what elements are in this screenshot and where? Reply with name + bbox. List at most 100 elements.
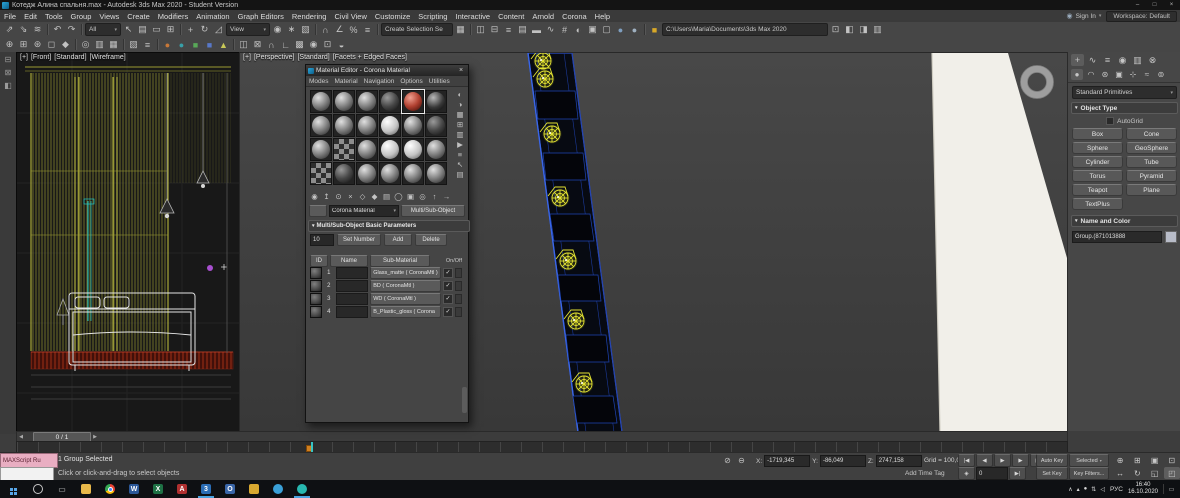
menu-help[interactable]: Help xyxy=(591,10,614,22)
viewport-standard-menu[interactable]: [Standard] xyxy=(54,54,86,61)
sub-material-button[interactable]: BD ( CoronaMtl ) xyxy=(370,279,441,292)
add-time-tag-button[interactable]: Add Time Tag xyxy=(905,470,945,477)
viewport-layout-flyout-icon[interactable]: ◧ xyxy=(4,81,12,90)
go-to-parent-icon[interactable]: ↑ xyxy=(429,191,440,202)
menu-customize[interactable]: Customize xyxy=(371,10,414,22)
sample-type-icon[interactable]: ◐ xyxy=(458,90,463,99)
tab-motion[interactable]: ◉ xyxy=(1116,54,1129,66)
clock[interactable]: 16:40 16.10.2020 xyxy=(1128,482,1158,496)
material-sample-slot[interactable] xyxy=(379,138,401,161)
make-unique-icon[interactable]: ◆ xyxy=(369,191,380,202)
spinner-snap-icon[interactable]: ≡ xyxy=(361,23,374,36)
primitive-category-dropdown[interactable]: Standard Primitives ▾ xyxy=(1072,86,1177,99)
me-menu-utilities[interactable]: Utilities xyxy=(426,78,453,85)
menu-scripting[interactable]: Scripting xyxy=(414,10,451,22)
menu-edit[interactable]: Edit xyxy=(20,10,41,22)
material-sample-slot[interactable] xyxy=(401,89,425,114)
array-icon[interactable]: ⊞ xyxy=(17,38,30,51)
viewport-shading-menu[interactable]: [Facets + Edged Faces] xyxy=(333,54,407,61)
zoom-icon[interactable]: ⊕ xyxy=(1112,454,1128,466)
previous-frame-arrow-icon[interactable]: ◀ xyxy=(17,433,25,441)
render-iterative-icon[interactable]: ● xyxy=(628,23,641,36)
background-icon[interactable]: ▦ xyxy=(456,110,463,119)
start-button[interactable] xyxy=(0,480,26,498)
percent-snap-icon[interactable]: % xyxy=(347,23,360,36)
tray-volume-icon[interactable]: ◁ xyxy=(1100,486,1105,493)
render-setup-icon[interactable]: ▣ xyxy=(586,23,599,36)
material-sample-slot[interactable] xyxy=(333,114,355,137)
go-to-end-button-2[interactable]: ▶| xyxy=(1009,467,1026,480)
tray-network-icon[interactable]: ⇅ xyxy=(1091,486,1096,493)
mirror-icon[interactable]: ◫ xyxy=(474,23,487,36)
object-button-textplus[interactable]: TextPlus xyxy=(1072,198,1123,210)
auto-key-button[interactable]: Auto Key xyxy=(1036,454,1068,467)
taskbar-file-explorer[interactable] xyxy=(74,480,98,498)
sub-material-on-off-checkbox[interactable]: ✓ xyxy=(443,293,453,304)
make-material-copy-icon[interactable]: ◇ xyxy=(357,191,368,202)
tab-display[interactable]: ▥ xyxy=(1131,54,1144,66)
material-editor-icon[interactable]: ◐ xyxy=(572,23,585,36)
show-end-result-icon[interactable]: ◎ xyxy=(417,191,428,202)
viewport-layout-tab-2-icon[interactable]: ⊠ xyxy=(5,68,12,77)
close-button[interactable]: × xyxy=(1163,0,1180,10)
category-geometry[interactable]: ● xyxy=(1071,69,1083,80)
sub-material-name-field[interactable] xyxy=(335,279,369,292)
material-sample-slot[interactable] xyxy=(379,162,401,185)
render-production-icon[interactable]: ● xyxy=(614,23,627,36)
unlink-selection-icon[interactable]: ⇘ xyxy=(17,23,30,36)
menu-interactive[interactable]: Interactive xyxy=(451,10,494,22)
rollout-name-and-color[interactable]: ▾ Name and Color xyxy=(1071,215,1178,227)
cube-tool-green-icon[interactable]: ■ xyxy=(189,38,202,51)
use-pivot-point-icon[interactable]: ◉ xyxy=(271,23,284,36)
tray-app-icon[interactable]: ▴ xyxy=(1077,486,1080,493)
show-map-in-viewport-icon[interactable]: ▣ xyxy=(405,191,416,202)
edit-named-selections-icon[interactable]: ▦ xyxy=(454,23,467,36)
video-color-check-icon[interactable]: ▥ xyxy=(456,130,463,139)
tab-modify[interactable]: ∿ xyxy=(1086,54,1099,66)
object-button-sphere[interactable]: Sphere xyxy=(1072,142,1123,154)
tray-chevron-icon[interactable]: ∧ xyxy=(1068,486,1072,493)
menu-corona[interactable]: Corona xyxy=(558,10,591,22)
tab-create[interactable]: + xyxy=(1071,54,1084,66)
delete-button[interactable]: Delete xyxy=(415,234,447,246)
sub-material-extra-toggle[interactable] xyxy=(455,293,462,304)
key-filters-button[interactable]: Key Filters... xyxy=(1069,467,1109,480)
previous-frame-button[interactable]: ◀ xyxy=(976,454,993,467)
sample-uv-tiling-icon[interactable]: ⊞ xyxy=(457,120,463,129)
select-by-material-icon[interactable]: ↖ xyxy=(457,160,463,169)
taskbar-paint[interactable] xyxy=(290,480,314,498)
select-and-rotate-icon[interactable]: ↻ xyxy=(198,23,211,36)
viewport-standard-menu[interactable]: [Standard] xyxy=(297,54,329,61)
set-number-button[interactable]: Set Number xyxy=(337,234,381,246)
align-icon[interactable]: ⊟ xyxy=(488,23,501,36)
menu-views[interactable]: Views xyxy=(95,10,123,22)
current-frame-field[interactable]: 0 xyxy=(976,467,1008,480)
sub-material-on-off-checkbox[interactable]: ✓ xyxy=(443,306,453,317)
select-and-move-icon[interactable]: + xyxy=(184,23,197,36)
make-preview-icon[interactable]: ▶ xyxy=(457,140,463,149)
normal-align-icon[interactable]: ◆ xyxy=(59,38,72,51)
menu-arnold[interactable]: Arnold xyxy=(528,10,558,22)
me-menu-modes[interactable]: Modes xyxy=(306,78,332,85)
sub-material-extra-toggle[interactable] xyxy=(455,280,462,291)
selection-filter-dropdown[interactable]: All ▾ xyxy=(85,23,121,36)
maximize-button[interactable]: □ xyxy=(1146,0,1163,10)
object-button-geosphere[interactable]: GeoSphere xyxy=(1126,142,1177,154)
open-folder-icon[interactable]: ■ xyxy=(648,23,661,36)
taskbar-word[interactable]: W xyxy=(122,480,146,498)
maxscript-mini-listener-pink[interactable]: MAXScript Ru xyxy=(0,453,58,468)
undo-icon[interactable]: ↶ xyxy=(51,23,64,36)
zoom-all-icon[interactable]: ⊞ xyxy=(1129,454,1145,466)
object-color-swatch[interactable] xyxy=(1165,231,1177,243)
material-sample-slot[interactable] xyxy=(402,114,424,137)
category-space-warps[interactable]: ≈ xyxy=(1141,69,1153,80)
object-button-box[interactable]: Box xyxy=(1072,128,1123,140)
menu-file[interactable]: File xyxy=(0,10,20,22)
material-editor-titlebar[interactable]: Material Editor - Corona Material × xyxy=(306,65,468,76)
menu-modifiers[interactable]: Modifiers xyxy=(154,10,192,22)
select-and-scale-icon[interactable]: ◿ xyxy=(212,23,225,36)
viewport-front[interactable]: [+] [Front] [Standard] [Wireframe] xyxy=(16,52,240,433)
rectangular-selection-region-icon[interactable]: ▭ xyxy=(150,23,163,36)
taskbar-chrome[interactable] xyxy=(98,480,122,498)
project-folder-field[interactable]: C:\Users\Maria\Documents\3ds Max 2020 xyxy=(662,23,828,36)
